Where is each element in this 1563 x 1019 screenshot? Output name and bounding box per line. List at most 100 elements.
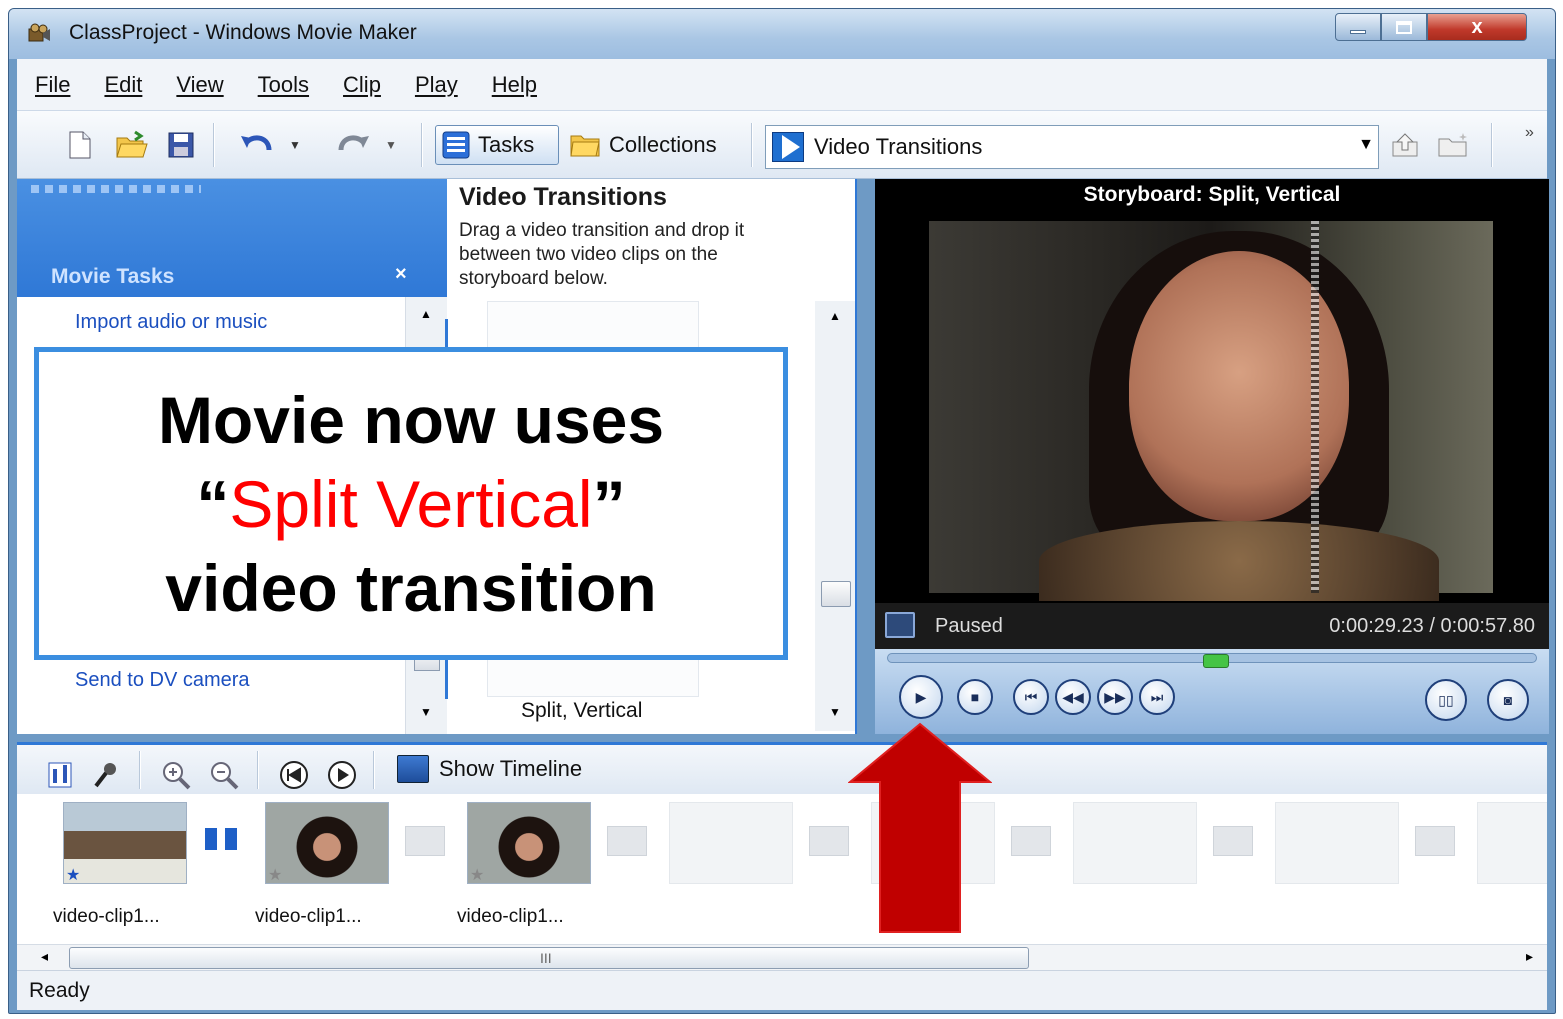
tasks-label: Tasks: [478, 132, 535, 157]
new-collection-folder-button[interactable]: [1437, 125, 1471, 165]
scrollbar-thumb[interactable]: [821, 581, 851, 607]
transition-slot[interactable]: [1415, 826, 1455, 856]
transition-slot[interactable]: [1213, 826, 1253, 856]
stop-button[interactable]: ■: [957, 679, 993, 715]
play-button[interactable]: ▶: [899, 675, 943, 719]
toolbar-separator: [751, 123, 753, 167]
fast-forward-button[interactable]: ▶▶: [1097, 679, 1133, 715]
open-folder-icon: [116, 130, 148, 158]
fullscreen-icon[interactable]: [885, 612, 915, 638]
scrollbar-grip: III: [540, 950, 552, 966]
scrollbar-thumb[interactable]: III: [69, 947, 1029, 969]
scroll-right-arrow-icon[interactable]: ▸: [1526, 948, 1533, 965]
empty-clip-slot[interactable]: [1073, 802, 1197, 884]
rewind-storyboard-icon: [280, 761, 308, 789]
transition-slot[interactable]: [405, 826, 445, 856]
empty-clip-slot[interactable]: [669, 802, 793, 884]
rewind-button[interactable]: ◀◀: [1055, 679, 1091, 715]
take-picture-button[interactable]: ◙: [1487, 679, 1529, 721]
import-audio-link[interactable]: Import audio or music: [75, 311, 267, 334]
playback-time: 0:00:29.23 / 0:00:57.80: [1329, 615, 1535, 637]
collection-select[interactable]: Video Transitions ▼: [765, 125, 1379, 169]
next-frame-button[interactable]: ⏭: [1139, 679, 1175, 715]
menu-bar: File Edit View Tools Clip Play Help: [17, 59, 1547, 111]
tasks-list-icon: [442, 131, 470, 159]
video-transitions-description: Drag a video transition and drop it betw…: [459, 220, 745, 289]
toolbar-overflow-button[interactable]: »: [1525, 113, 1534, 153]
zoom-in-button[interactable]: [161, 755, 191, 795]
zoom-out-button[interactable]: [209, 755, 239, 795]
seek-handle[interactable]: [1202, 654, 1229, 668]
monitor-status-bar: Paused 0:00:29.23 / 0:00:57.80: [875, 603, 1549, 649]
scroll-up-arrow-icon[interactable]: ▲: [420, 307, 432, 321]
movie-maker-app-icon: [28, 23, 50, 42]
redo-button[interactable]: ▼: [335, 125, 397, 165]
folder-up-icon: [1392, 133, 1418, 157]
split-clip-button[interactable]: ▯▯: [1425, 679, 1467, 721]
scroll-left-arrow-icon[interactable]: ◂: [41, 948, 48, 965]
storyboard-scrollbar[interactable]: ◂ III ▸: [17, 944, 1547, 970]
scroll-up-arrow-icon[interactable]: ▲: [829, 309, 841, 323]
undo-dropdown-chevron-icon[interactable]: ▼: [289, 138, 301, 152]
transitions-scrollbar[interactable]: ▲ ▼: [815, 301, 855, 731]
menu-edit[interactable]: Edit: [104, 72, 142, 98]
save-disk-icon: [168, 132, 194, 158]
preview-monitor: Storyboard: Split, Vertical Paused 0:00:…: [875, 179, 1549, 734]
split-icon: ▯▯: [1438, 691, 1454, 708]
seek-bar[interactable]: [887, 653, 1537, 668]
chevron-down-icon[interactable]: ▼: [1358, 136, 1374, 154]
collection-select-value: Video Transitions: [814, 134, 983, 159]
close-icon: x: [1471, 15, 1483, 38]
transition-slot[interactable]: [809, 826, 849, 856]
tasks-toggle-button[interactable]: Tasks: [435, 125, 559, 165]
skip-forward-icon: ⏭: [1150, 688, 1164, 705]
menu-help[interactable]: Help: [492, 72, 537, 98]
empty-clip-slot[interactable]: [1477, 802, 1547, 884]
clip-label: video-clip1...: [255, 906, 362, 927]
title-bar[interactable]: ClassProject - Windows Movie Maker x: [9, 9, 1555, 59]
up-one-level-button[interactable]: [1389, 125, 1421, 165]
transition-slot[interactable]: [1011, 826, 1051, 856]
status-text: Ready: [29, 979, 90, 1002]
toolbar-separator: [139, 751, 141, 789]
menu-clip[interactable]: Clip: [343, 72, 381, 98]
save-project-button[interactable]: [167, 125, 195, 165]
open-project-button[interactable]: [115, 125, 149, 165]
set-audio-levels-button[interactable]: [47, 755, 73, 795]
previous-frame-button[interactable]: ⏮: [1013, 679, 1049, 715]
show-timeline-button[interactable]: Show Timeline: [397, 755, 582, 783]
undo-button[interactable]: ▼: [239, 125, 301, 165]
minimize-button[interactable]: [1335, 13, 1381, 41]
audio-levels-icon: [48, 762, 72, 788]
undo-arrow-icon: [241, 135, 272, 151]
split-transition-edge: [1311, 221, 1319, 593]
storyboard-clip-3[interactable]: ★: [467, 802, 591, 884]
collections-folder-icon: [570, 135, 600, 157]
redo-dropdown-chevron-icon[interactable]: ▼: [385, 138, 397, 152]
menu-play[interactable]: Play: [415, 72, 458, 98]
menu-view[interactable]: View: [176, 72, 223, 98]
empty-clip-slot[interactable]: [1275, 802, 1399, 884]
menu-tools[interactable]: Tools: [258, 72, 309, 98]
transition-slot-split-vertical[interactable]: [201, 824, 253, 858]
menu-file[interactable]: File: [35, 72, 70, 98]
maximize-button[interactable]: [1381, 13, 1427, 41]
collections-label: Collections: [609, 132, 717, 157]
play-storyboard-button[interactable]: [327, 755, 357, 795]
scroll-down-arrow-icon[interactable]: ▼: [420, 705, 432, 719]
close-pane-icon[interactable]: ×: [395, 263, 407, 286]
rewind-storyboard-button[interactable]: [279, 755, 309, 795]
movie-tasks-header: Movie Tasks ×: [17, 179, 447, 297]
close-button[interactable]: x: [1427, 13, 1527, 41]
new-project-button[interactable]: [67, 125, 93, 165]
send-to-dv-camera-link[interactable]: Send to DV camera: [75, 669, 250, 692]
fast-forward-icon: ▶▶: [1104, 688, 1126, 705]
star-icon: ★: [66, 867, 81, 884]
transition-slot[interactable]: [607, 826, 647, 856]
scroll-down-arrow-icon[interactable]: ▼: [829, 705, 841, 719]
main-toolbar: ▼ ▼ Tasks Collections Video Transitions …: [17, 111, 1547, 179]
narrate-timeline-button[interactable]: [93, 755, 119, 795]
storyboard-clip-2[interactable]: ★: [265, 802, 389, 884]
storyboard-clip-1[interactable]: ★: [63, 802, 187, 884]
collections-toggle-button[interactable]: Collections: [565, 125, 745, 165]
